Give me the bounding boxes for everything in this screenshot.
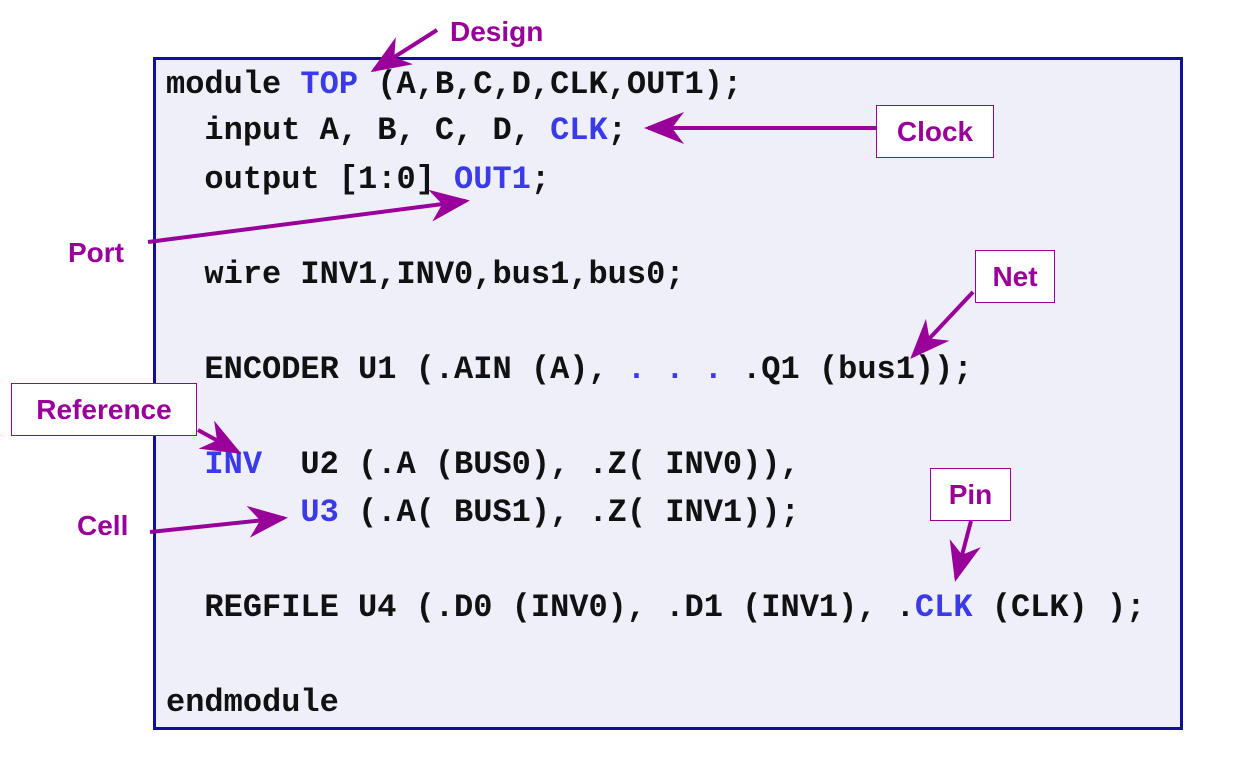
arrows	[147, 28, 981, 582]
net-label: Net	[975, 250, 1055, 303]
cell-arrow	[149, 505, 288, 538]
port-arrow	[147, 189, 470, 244]
reference-arrow	[197, 420, 242, 454]
design-arrow	[370, 28, 439, 73]
port-label: Port	[68, 237, 124, 268]
clock-label: Clock	[876, 105, 994, 158]
design-label: Design	[450, 16, 544, 47]
cell-label: Cell	[77, 510, 129, 541]
reference-label: Reference	[11, 383, 197, 436]
pin-arrow	[949, 520, 981, 582]
net-arrow	[910, 290, 975, 359]
pin-label: Pin	[930, 468, 1011, 521]
